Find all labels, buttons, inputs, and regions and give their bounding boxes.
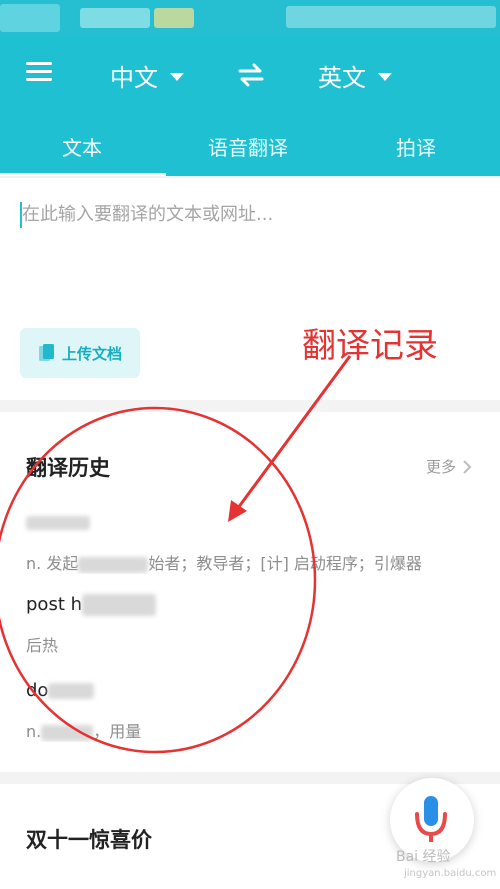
target-language-label: 英文 xyxy=(318,64,366,92)
history-title: 翻译历史 xyxy=(26,456,110,480)
chevron-down-icon xyxy=(170,72,184,81)
blurred-text xyxy=(78,556,149,573)
history-item-definition-start: 后热 xyxy=(26,636,59,655)
menu-icon[interactable] xyxy=(26,62,52,82)
status-bar-blur-logo xyxy=(154,8,194,28)
history-item-definition: n. 发起 始者；教导者；[计] 启动程序；引爆器 xyxy=(26,550,486,574)
history-item-definition: n. ，用量 xyxy=(26,718,486,742)
source-language-label: 中文 xyxy=(110,64,158,92)
tab-voice-translate[interactable]: 语音翻译 xyxy=(208,132,288,161)
history-item-word-text: do xyxy=(26,680,49,701)
tab-text[interactable]: 文本 xyxy=(62,132,102,161)
chevron-right-icon xyxy=(463,459,472,474)
blurred-text xyxy=(82,594,157,616)
history-item-word-text: post h xyxy=(26,594,83,615)
source-language-select[interactable]: 中文 xyxy=(110,58,184,93)
watermark-logo: Bai 经验 xyxy=(396,849,451,865)
status-bar-blur-left-2 xyxy=(80,8,150,28)
history-item[interactable]: post h 后热 xyxy=(26,594,486,656)
upload-document-label: 上传文档 xyxy=(61,344,122,363)
history-item-definition-end: 始者；教导者；[计] 启动程序；引爆器 xyxy=(148,554,422,573)
translation-history-card: 翻译历史 更多 n. 发起 始者；教导者；[计] 启动程序；引爆器 post h … xyxy=(0,412,500,772)
history-item-word: post h xyxy=(26,594,486,620)
blurred-text xyxy=(26,516,90,530)
translate-text-input[interactable] xyxy=(22,200,482,280)
blurred-text xyxy=(41,724,94,741)
promo-title: 双十一惊喜价 xyxy=(26,828,152,852)
document-icon xyxy=(38,344,54,361)
history-item-word xyxy=(26,512,486,538)
swap-icon[interactable] xyxy=(236,62,266,88)
history-item-definition-end: ，用量 xyxy=(93,722,142,741)
status-bar-blur-right xyxy=(286,6,496,28)
tab-photo-translate[interactable]: 拍译 xyxy=(396,132,436,161)
history-more-label: 更多 xyxy=(425,458,456,476)
history-item-definition-start: n. 发起 xyxy=(26,554,79,573)
chevron-down-icon xyxy=(378,72,392,81)
blurred-text xyxy=(48,683,95,699)
active-tab-indicator xyxy=(0,173,166,176)
status-bar-blur-left xyxy=(0,4,60,32)
history-item[interactable]: n. 发起 始者；教导者；[计] 启动程序；引爆器 xyxy=(26,512,486,574)
history-item-definition: 后热 xyxy=(26,632,486,656)
status-bar xyxy=(0,0,500,36)
annotation-label: 翻译记录 xyxy=(302,326,438,366)
app-header: 中文 英文 文本 语音翻译 拍译 xyxy=(0,36,500,176)
upload-document-button[interactable]: 上传文档 xyxy=(20,328,140,378)
history-item-definition-start: n. xyxy=(26,722,42,741)
history-item[interactable]: do n. ，用量 xyxy=(26,680,486,742)
history-more-link[interactable]: 更多 xyxy=(426,456,472,477)
target-language-select[interactable]: 英文 xyxy=(318,58,392,93)
history-item-word: do xyxy=(26,680,486,706)
watermark-url: jingyan.baidu.com xyxy=(404,868,497,879)
